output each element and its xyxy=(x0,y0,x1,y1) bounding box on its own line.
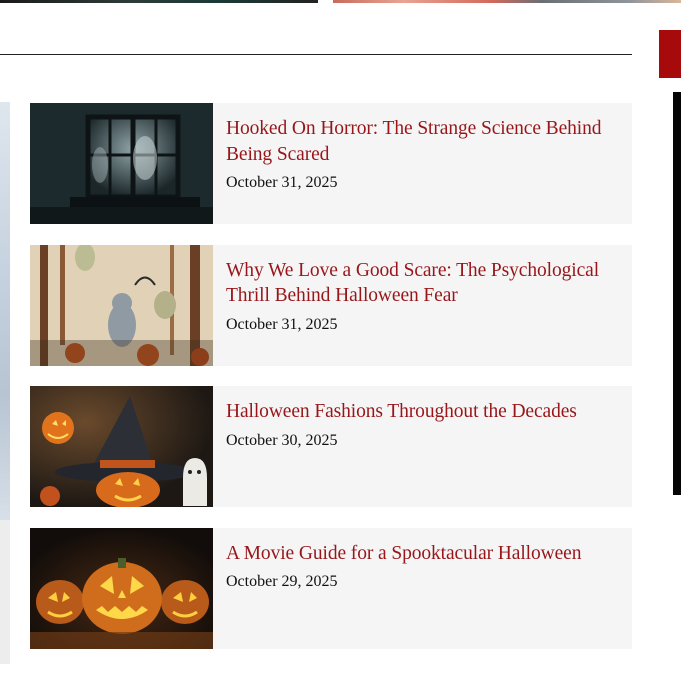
haunted-window-image[interactable] xyxy=(30,103,213,224)
article-date: October 30, 2025 xyxy=(226,431,338,449)
article-date: October 31, 2025 xyxy=(226,315,338,333)
top-image-fragment-right[interactable] xyxy=(333,0,681,3)
left-panel-edge xyxy=(0,520,10,664)
article-card: A Movie Guide for a Spooktacular Hallowe… xyxy=(30,527,632,649)
witch-hat-pumpkin-image[interactable] xyxy=(30,386,213,507)
article-card: Why We Love a Good Scare: The Psychologi… xyxy=(30,244,632,366)
article-title-link[interactable]: Hooked On Horror: The Strange Science Be… xyxy=(226,116,622,167)
ghosts-forest-image[interactable] xyxy=(30,244,213,366)
article-date: October 31, 2025 xyxy=(226,174,338,191)
sidebar-red-block[interactable] xyxy=(659,30,681,78)
article-list: Hooked On Horror: The Strange Science Be… xyxy=(30,103,632,669)
article-date: October 29, 2025 xyxy=(226,573,338,590)
article-title-link[interactable]: A Movie Guide for a Spooktacular Hallowe… xyxy=(226,541,622,567)
jack-o-lanterns-image[interactable] xyxy=(30,527,213,649)
top-image-fragment-left[interactable] xyxy=(0,0,318,3)
left-image-edge[interactable] xyxy=(0,102,10,520)
sidebar-ad-edge[interactable] xyxy=(673,92,681,495)
section-divider xyxy=(0,54,632,55)
article-title-link[interactable]: Halloween Fashions Throughout the Decade… xyxy=(226,399,622,425)
article-title-link[interactable]: Why We Love a Good Scare: The Psychologi… xyxy=(226,258,622,309)
article-card: Halloween Fashions Throughout the Decade… xyxy=(30,386,632,507)
article-card: Hooked On Horror: The Strange Science Be… xyxy=(30,103,632,224)
